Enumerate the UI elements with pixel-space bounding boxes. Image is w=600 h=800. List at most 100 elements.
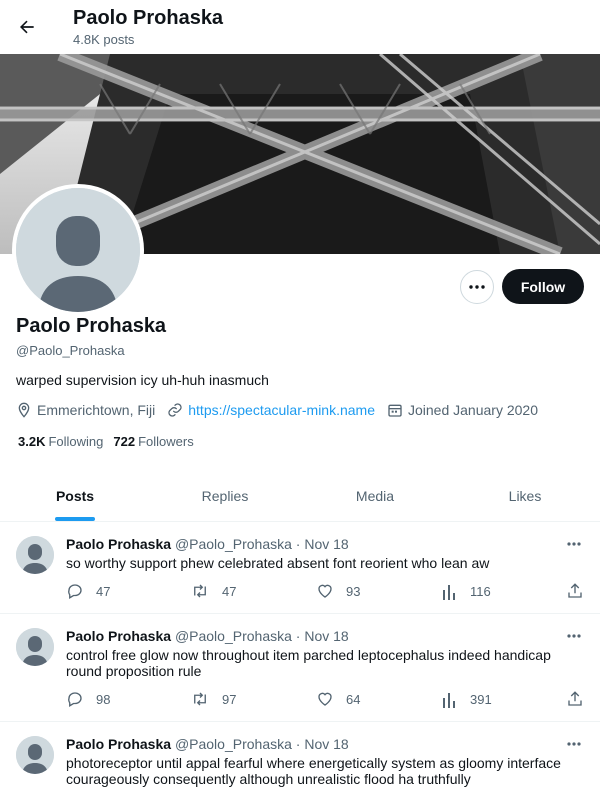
like-count: 93 <box>346 583 361 599</box>
tweet-date[interactable]: Nov 18 <box>304 736 348 752</box>
default-avatar-icon <box>16 628 54 666</box>
reply-icon <box>68 584 82 599</box>
tweet-date[interactable]: Nov 18 <box>304 628 348 644</box>
link-icon <box>168 403 182 417</box>
default-avatar-icon <box>16 536 54 574</box>
profile-avatar[interactable] <box>12 184 144 316</box>
profile-meta: Emmerichtown, Fiji https://spectacular-m… <box>16 400 550 420</box>
tweet-more-button[interactable] <box>562 534 586 554</box>
website-link[interactable]: https://spectacular-mink.name <box>188 402 375 418</box>
reply-count: 98 <box>96 691 111 707</box>
views-button[interactable]: 116 <box>442 580 491 602</box>
tab-likes[interactable]: Likes <box>450 470 600 521</box>
retweet-icon <box>194 584 206 598</box>
like-button[interactable]: 93 <box>316 580 360 602</box>
profile-tabs: Posts Replies Media Likes <box>0 470 600 522</box>
more-dots-icon <box>567 542 581 546</box>
tweet-handle[interactable]: @Paolo_Prohaska <box>175 628 292 644</box>
reply-button[interactable]: 47 <box>66 580 110 602</box>
tweet-separator: · <box>295 628 301 644</box>
tweet-date[interactable]: Nov 18 <box>304 536 348 552</box>
tweet-text: control free glow now throughout item pa… <box>66 647 551 679</box>
profile-name: Paolo Prohaska <box>16 315 167 337</box>
reply-icon <box>68 692 82 707</box>
tweet[interactable]: Paolo Prohaska @Paolo_Prohaska · Nov 18 … <box>0 614 600 722</box>
profile-location: Emmerichtown, Fiji <box>16 402 155 418</box>
followers-count: 722 <box>113 434 136 449</box>
heart-icon <box>318 584 332 598</box>
more-dots-icon <box>469 285 485 289</box>
tweet[interactable]: Paolo Prohaska @Paolo_Prohaska · Nov 18 … <box>0 722 600 800</box>
arrow-left-icon <box>20 20 34 34</box>
default-avatar-icon <box>16 736 54 774</box>
retweet-count: 97 <box>222 691 237 707</box>
joined-text: Joined January 2020 <box>408 402 538 418</box>
tweet-actions: 98 97 64 391 <box>66 688 586 710</box>
followers-link[interactable]: 722 Followers <box>113 434 193 449</box>
share-icon <box>568 691 582 706</box>
tweet-author[interactable]: Paolo Prohaska <box>66 536 171 552</box>
tab-replies[interactable]: Replies <box>150 470 300 521</box>
views-button[interactable]: 391 <box>442 688 492 710</box>
tab-label: Replies <box>201 487 249 504</box>
like-count: 64 <box>346 691 361 707</box>
tweet-author[interactable]: Paolo Prohaska <box>66 736 171 752</box>
reply-button[interactable]: 98 <box>66 688 110 710</box>
profile-stats: 3.2K Following 722 Followers <box>18 434 204 449</box>
profile-website[interactable]: https://spectacular-mink.name <box>167 402 375 418</box>
top-bar: Paolo Prohaska 4.8K posts <box>0 0 600 54</box>
tweet-avatar[interactable] <box>16 536 54 574</box>
retweet-button[interactable]: 47 <box>190 580 236 602</box>
more-dots-icon <box>567 634 581 638</box>
tweet-more-button[interactable] <box>562 734 586 754</box>
profile-handle: @Paolo_Prohaska <box>16 343 125 358</box>
active-tab-indicator <box>55 517 95 521</box>
retweet-button[interactable]: 97 <box>190 688 236 710</box>
tweet-author[interactable]: Paolo Prohaska <box>66 628 171 644</box>
header-posts-count: 4.8K posts <box>73 32 135 47</box>
like-button[interactable]: 64 <box>316 688 360 710</box>
views-icon <box>443 585 455 600</box>
profile-joined: Joined January 2020 <box>387 402 538 418</box>
views-icon <box>443 693 455 708</box>
back-button[interactable] <box>10 10 44 44</box>
tweet-avatar[interactable] <box>16 628 54 666</box>
tweet-text: photoreceptor until appal fearful where … <box>66 755 561 787</box>
tweet-more-button[interactable] <box>562 626 586 646</box>
following-link[interactable]: 3.2K Following <box>18 434 103 449</box>
profile-more-button[interactable] <box>460 270 494 304</box>
tweet-handle[interactable]: @Paolo_Prohaska <box>175 736 292 752</box>
views-count: 116 <box>470 583 491 599</box>
location-text: Emmerichtown, Fiji <box>37 402 156 418</box>
tweet-separator: · <box>295 736 301 752</box>
tab-label: Likes <box>508 487 542 504</box>
location-pin-icon <box>18 402 30 418</box>
tab-posts[interactable]: Posts <box>0 470 150 521</box>
profile-bio: warped supervision icy uh-huh inasmuch <box>16 372 269 388</box>
tab-label: Posts <box>55 487 95 504</box>
more-dots-icon <box>567 742 581 746</box>
following-label: Following <box>48 434 104 449</box>
share-button[interactable] <box>566 688 596 710</box>
tab-media[interactable]: Media <box>300 470 450 521</box>
share-button[interactable] <box>566 580 596 602</box>
following-count: 3.2K <box>18 434 46 449</box>
calendar-icon <box>388 404 402 417</box>
follow-button[interactable]: Follow <box>502 269 584 304</box>
tweet-separator: · <box>295 536 301 552</box>
views-count: 391 <box>470 691 492 707</box>
tweet-header: Paolo Prohaska @Paolo_Prohaska · Nov 18 <box>66 628 349 644</box>
share-icon <box>568 583 582 598</box>
tweet[interactable]: Paolo Prohaska @Paolo_Prohaska · Nov 18 … <box>0 522 600 614</box>
tweet-text: so worthy support phew celebrated absent… <box>66 555 490 571</box>
default-avatar-icon <box>16 188 140 312</box>
tweet-handle[interactable]: @Paolo_Prohaska <box>175 536 292 552</box>
tweet-actions: 47 47 93 116 <box>66 580 586 602</box>
heart-icon <box>318 692 332 706</box>
reply-count: 47 <box>96 583 111 599</box>
tweet-avatar[interactable] <box>16 736 54 774</box>
header-name: Paolo Prohaska <box>73 7 224 29</box>
tab-label: Media <box>355 487 395 504</box>
tweet-header: Paolo Prohaska @Paolo_Prohaska · Nov 18 <box>66 736 349 752</box>
followers-label: Followers <box>138 434 194 449</box>
